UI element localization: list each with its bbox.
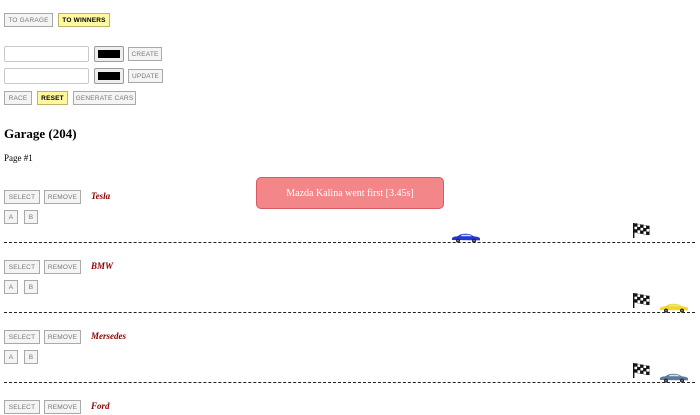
create-color-picker[interactable]: [94, 46, 124, 62]
generate-cars-button[interactable]: GENERATE CARS: [73, 91, 136, 105]
update-button[interactable]: UPDATE: [128, 69, 163, 83]
car-icon: [659, 370, 689, 383]
update-color-picker[interactable]: [94, 68, 124, 84]
checkered-flag-icon: [632, 292, 650, 308]
race-button[interactable]: RACE: [4, 91, 32, 105]
start-engine-button[interactable]: A: [4, 280, 18, 294]
remove-car-button[interactable]: REMOVE: [44, 330, 81, 344]
update-name-input[interactable]: [4, 68, 89, 84]
race-track: [4, 312, 695, 313]
create-color-swatch: [98, 50, 120, 58]
remove-car-button[interactable]: REMOVE: [44, 190, 81, 204]
remove-car-button[interactable]: REMOVE: [44, 260, 81, 274]
select-car-button[interactable]: SELECT: [4, 260, 40, 274]
stop-engine-button[interactable]: B: [24, 210, 38, 224]
page-number: Page #1: [4, 153, 33, 163]
race-track: [4, 382, 695, 383]
create-name-input[interactable]: [4, 46, 89, 62]
car-name: BMW: [91, 261, 114, 271]
garage-title: Garage (204): [4, 126, 77, 141]
car-name: Tesla: [91, 191, 111, 201]
car-name: Ford: [91, 401, 110, 411]
remove-car-button[interactable]: REMOVE: [44, 400, 81, 414]
start-engine-button[interactable]: A: [4, 210, 18, 224]
create-button[interactable]: CREATE: [128, 47, 162, 61]
select-car-button[interactable]: SELECT: [4, 400, 40, 414]
to-winners-button[interactable]: TO WINNERS: [58, 13, 110, 27]
checkered-flag-icon: [632, 362, 650, 378]
race-track: [4, 242, 695, 243]
winner-toast: Mazda Kalina went first [3.45s]: [256, 177, 444, 209]
checkered-flag-icon: [632, 222, 650, 238]
reset-button[interactable]: RESET: [37, 91, 68, 105]
select-car-button[interactable]: SELECT: [4, 330, 40, 344]
car-icon: [659, 300, 689, 313]
start-engine-button[interactable]: A: [4, 350, 18, 364]
update-color-swatch: [98, 72, 120, 80]
select-car-button[interactable]: SELECT: [4, 190, 40, 204]
stop-engine-button[interactable]: B: [24, 350, 38, 364]
stop-engine-button[interactable]: B: [24, 280, 38, 294]
car-icon: [451, 230, 481, 243]
to-garage-button[interactable]: TO GARAGE: [4, 13, 53, 27]
car-name: Mersedes: [91, 331, 126, 341]
